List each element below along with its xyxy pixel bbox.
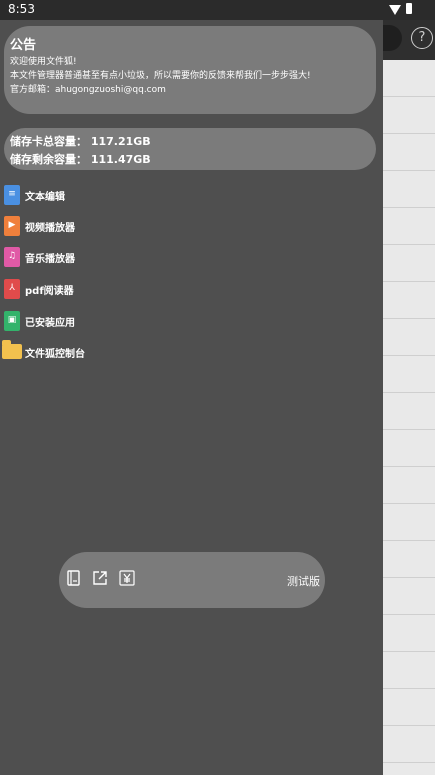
navigation-drawer: 公告 欢迎使用文件狐! 本文件管理器普通甚至有点小垃圾，所以需要你的反馈来帮我们…: [0, 20, 383, 775]
book-icon[interactable]: [66, 570, 82, 586]
yuan-icon[interactable]: [119, 570, 135, 586]
menu-item-label: 音乐播放器: [25, 254, 75, 265]
apk-file-icon: ▣: [4, 311, 20, 331]
pdf-file-icon: ⅄: [4, 279, 20, 299]
bottom-toolbar: 测试版: [59, 552, 325, 608]
status-time: 8:53: [8, 2, 35, 16]
notice-card: 公告 欢迎使用文件狐! 本文件管理器普通甚至有点小垃圾，所以需要你的反馈来帮我们…: [4, 26, 376, 114]
notice-title: 公告: [10, 38, 37, 53]
menu-item-label: pdf阅读器: [25, 286, 74, 297]
menu-item-installed-apps[interactable]: ▣ 已安装应用: [0, 308, 300, 334]
storage-card: 储存卡总容量： 117.21GB 储存剩余容量： 111.47GB: [4, 128, 376, 170]
menu-item-text-editor[interactable]: ≡ 文本编辑: [0, 182, 300, 208]
version-label: 测试版: [287, 575, 320, 588]
storage-total: 储存卡总容量： 117.21GB: [10, 135, 151, 148]
menu-item-label: 文本编辑: [25, 192, 65, 203]
menu-item-console[interactable]: 文件狐控制台: [0, 339, 300, 365]
music-file-icon: ♫: [4, 247, 20, 267]
menu-item-label: 文件狐控制台: [25, 349, 85, 360]
folder-icon: [2, 340, 22, 359]
text-file-icon: ≡: [4, 185, 20, 205]
notice-email: 官方邮箱：ahugongzuoshi@qq.com: [10, 85, 166, 95]
menu-item-pdf-reader[interactable]: ⅄ pdf阅读器: [0, 276, 300, 302]
menu-item-video-player[interactable]: ▶ 视频播放器: [0, 213, 300, 239]
file-list: [383, 60, 435, 775]
help-icon[interactable]: ?: [411, 27, 433, 49]
status-bar: 8:53: [0, 0, 435, 20]
menu-item-music-player[interactable]: ♫ 音乐播放器: [0, 244, 300, 270]
battery-icon: [406, 3, 412, 14]
video-file-icon: ▶: [4, 216, 20, 236]
storage-free: 储存剩余容量： 111.47GB: [10, 153, 151, 166]
notice-line: 本文件管理器普通甚至有点小垃圾，所以需要你的反馈来帮我们一步步强大!: [10, 71, 311, 81]
wifi-icon: [389, 5, 401, 15]
menu-item-label: 视频播放器: [25, 223, 75, 234]
share-external-icon[interactable]: [92, 570, 108, 586]
menu-item-label: 已安装应用: [25, 318, 75, 329]
notice-line: 欢迎使用文件狐!: [10, 57, 77, 67]
